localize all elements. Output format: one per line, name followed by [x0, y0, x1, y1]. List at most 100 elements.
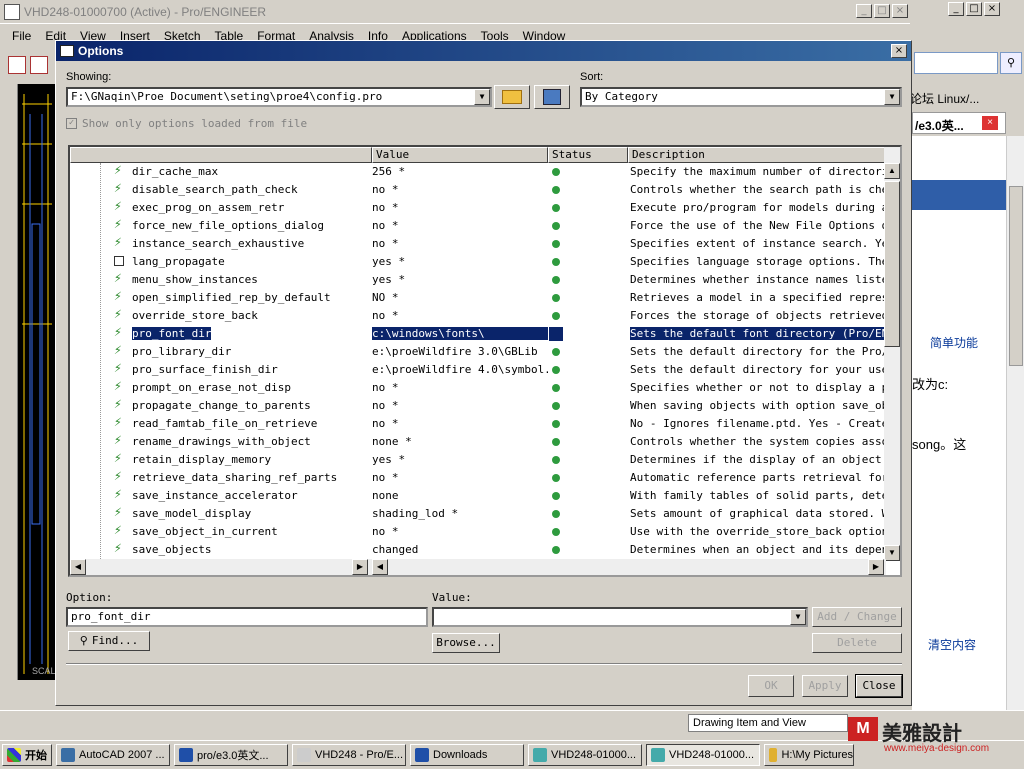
proe-title-bar: VHD248-01000700 (Active) - Pro/ENGINEER … — [0, 0, 910, 24]
scroll-up-icon[interactable]: ▲ — [884, 163, 900, 179]
open-file-icon[interactable] — [30, 56, 48, 74]
proe-toolbar — [0, 48, 56, 84]
showing-combo[interactable]: F:\GNaqin\Proe Document\seting\proe4\con… — [66, 87, 492, 107]
scroll-left-icon[interactable]: ◀ — [70, 559, 86, 575]
table-row[interactable]: ⚡ pro_library_dir e:\proeWildfire 3.0\GBLi… — [70, 343, 886, 361]
close-button[interactable]: Close — [855, 674, 903, 698]
checkbox-icon[interactable]: ✓ — [66, 118, 77, 129]
status-column-header[interactable]: Status — [548, 147, 628, 163]
scroll-right-icon[interactable]: ▶ — [352, 559, 368, 575]
browser-text-clear[interactable]: 清空内容 — [928, 636, 976, 653]
table-row[interactable]: ⚡ force_new_file_options_dialog no * Force … — [70, 217, 886, 235]
taskbar-item[interactable]: pro/e3.0英文... — [174, 743, 288, 766]
taskbar: 开始 AutoCAD 2007 ... pro/e3.0英文... VHD248 -… — [0, 717, 1024, 768]
status-dot-icon — [552, 546, 560, 554]
add-change-button[interactable]: Add / Change — [812, 607, 902, 627]
tab-close-icon[interactable]: × — [982, 116, 998, 130]
find-button[interactable]: ⚲ Find... — [68, 631, 150, 651]
browser-text-change: 改为c: — [912, 377, 949, 392]
table-row[interactable]: ⚡ pro_surface_finish_dir e:\proeWildfire 4… — [70, 361, 886, 379]
chevron-down-icon[interactable]: ▼ — [884, 89, 900, 105]
taskbar-item[interactable]: Downloads — [410, 743, 524, 766]
taskbar-item[interactable]: H:\My Pictures — [764, 743, 854, 766]
watermark-logo: M — [848, 717, 878, 741]
maximize-icon[interactable]: □ — [966, 2, 982, 16]
close-icon[interactable]: × — [892, 4, 908, 18]
search-icon[interactable]: ⚲ — [1000, 52, 1022, 74]
option-name: open_simplified_rep_by_default — [132, 291, 331, 304]
cad-lines — [22, 94, 52, 674]
minimize-icon[interactable]: _ — [856, 4, 872, 18]
table-hscroll[interactable]: ◀ ▶ ◀ ▶ — [70, 559, 886, 575]
open-config-button[interactable] — [494, 85, 530, 109]
app-icon — [533, 747, 547, 762]
new-file-icon[interactable] — [8, 56, 26, 74]
scroll-left-icon[interactable]: ◀ — [372, 559, 388, 575]
table-row[interactable]: ⚡ exec_prog_on_assem_retr no * Execute pro/… — [70, 199, 886, 217]
table-row[interactable]: ⚡ disable_search_path_check no * Controls w… — [70, 181, 886, 199]
dialog-title: Options — [78, 44, 124, 58]
close-icon[interactable]: × — [984, 2, 1000, 16]
table-row[interactable]: ⚡ override_store_back no * Forces the stora… — [70, 307, 886, 325]
scroll-down-icon[interactable]: ▼ — [884, 545, 900, 561]
taskbar-item[interactable]: AutoCAD 2007 ... — [56, 743, 170, 766]
table-row[interactable]: ⚡ retain_display_memory yes * Determines if… — [70, 451, 886, 469]
browse-button[interactable]: Browse... — [432, 633, 500, 653]
selection-filter[interactable]: Drawing Item and View — [688, 714, 848, 732]
option-value: yes * — [372, 273, 406, 286]
browser-link-text[interactable]: 论坛 Linux/... — [910, 90, 979, 107]
browser-text-simple[interactable]: 简单功能 — [930, 334, 978, 351]
taskbar-item[interactable]: VHD248-01000... — [528, 743, 642, 766]
table-row[interactable]: ⚡ save_object_in_current no * Use with the … — [70, 523, 886, 541]
value-combo[interactable]: ▼ — [432, 607, 808, 627]
table-row[interactable]: lang_propagate yes * Specifies language st… — [70, 253, 886, 271]
table-row[interactable]: ⚡ prompt_on_erase_not_disp no * Specifies w… — [70, 379, 886, 397]
option-value: no * — [372, 471, 399, 484]
minimize-icon[interactable]: _ — [948, 2, 964, 16]
name-column-header[interactable] — [70, 147, 372, 163]
table-row[interactable]: ⚡ rename_drawings_with_object none * Contro… — [70, 433, 886, 451]
apply-button[interactable]: Apply — [802, 675, 848, 697]
dialog-close-icon[interactable]: × — [891, 44, 907, 58]
sort-combo[interactable]: By Category ▼ — [580, 87, 902, 107]
chevron-down-icon[interactable]: ▼ — [474, 89, 490, 105]
option-value: no * — [372, 417, 399, 430]
table-row[interactable]: ⚡ dir_cache_max 256 * Specify the maximum n… — [70, 163, 886, 181]
table-row[interactable]: ⚡ propagate_change_to_parents no * When sav… — [70, 397, 886, 415]
start-button[interactable]: 开始 — [2, 743, 52, 766]
maximize-icon[interactable]: □ — [874, 4, 890, 18]
browser-scrollbar[interactable] — [1006, 136, 1024, 716]
taskbar-item[interactable]: VHD248-01000... — [646, 743, 760, 766]
save-config-button[interactable] — [534, 85, 570, 109]
browser-search-field[interactable] — [914, 52, 998, 74]
option-description: Controls whether the system copies assoc… — [630, 435, 886, 448]
table-row[interactable]: ⚡ save_objects changed Determines when an o… — [70, 541, 886, 559]
table-row[interactable]: ⚡ save_instance_accelerator none With famil… — [70, 487, 886, 505]
description-column-header[interactable]: Description — [628, 147, 886, 163]
vscroll-thumb[interactable] — [884, 181, 900, 347]
taskbar-items: AutoCAD 2007 ... pro/e3.0英文... VHD248 - Pr… — [56, 743, 854, 766]
table-row[interactable]: ⚡ read_famtab_file_on_retrieve no * No - Ig… — [70, 415, 886, 433]
value-column-header[interactable]: Value — [372, 147, 548, 163]
ok-button[interactable]: OK — [748, 675, 794, 697]
taskbar-item[interactable]: VHD248 - Pro/E... — [292, 743, 406, 766]
delete-button[interactable]: Delete — [812, 633, 902, 653]
table-row[interactable]: ⚡ save_model_display shading_lod * Sets amo… — [70, 505, 886, 523]
option-value: NO * — [372, 291, 399, 304]
table-row[interactable]: ⚡ menu_show_instances yes * Determines whet… — [70, 271, 886, 289]
cad-canvas[interactable]: SCAL — [18, 84, 56, 680]
table-vscroll[interactable]: ▲ ▼ — [884, 147, 900, 561]
chevron-down-icon[interactable]: ▼ — [790, 609, 806, 625]
table-row[interactable]: ⚡ open_simplified_rep_by_default NO * Retri… — [70, 289, 886, 307]
show-only-checkbox-row[interactable]: ✓ Show only options loaded from file — [66, 117, 307, 130]
table-row[interactable]: ⚡ pro_font_dir c:\windows\fonts\ Sets the d… — [70, 325, 886, 343]
option-description: Execute pro/program for models during as… — [630, 201, 886, 214]
menu-item-file[interactable]: File — [12, 29, 31, 43]
scroll-right-icon[interactable]: ▶ — [868, 559, 884, 575]
option-name: rename_drawings_with_object — [132, 435, 311, 448]
table-row[interactable]: ⚡ retrieve_data_sharing_ref_parts no * Auto… — [70, 469, 886, 487]
table-row[interactable]: ⚡ instance_search_exhaustive no * Specifies… — [70, 235, 886, 253]
option-input[interactable]: pro_font_dir — [66, 607, 428, 627]
proe-app-icon — [4, 3, 20, 20]
browser-scroll-thumb[interactable] — [1009, 186, 1023, 366]
